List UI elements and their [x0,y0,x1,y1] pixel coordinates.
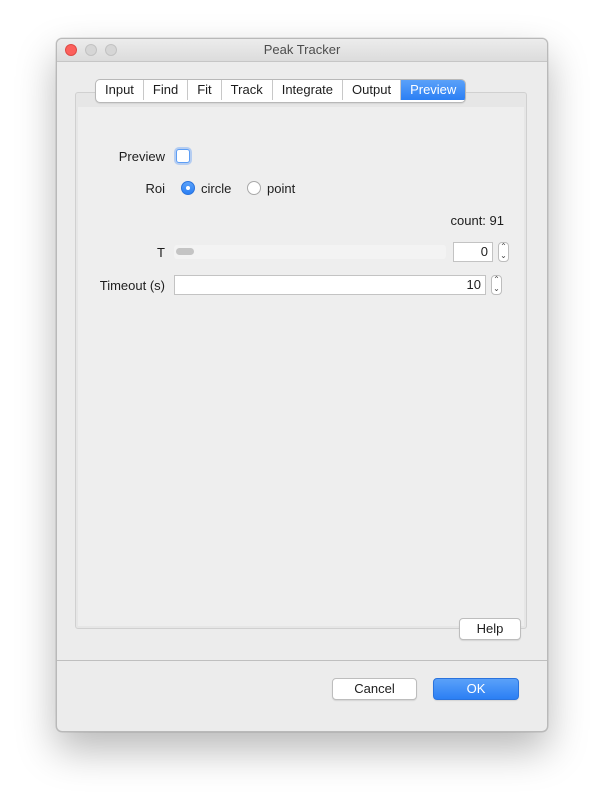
title-bar: Peak Tracker [57,39,547,62]
dialog-window: Peak Tracker Input Find Fit Track Integr… [56,38,548,732]
tab-find[interactable]: Find [144,80,189,100]
roi-label: Roi [145,181,165,196]
footer-separator [57,660,547,661]
preview-checkbox[interactable] [176,149,190,163]
help-button[interactable]: Help [459,618,521,640]
timeout-stepper[interactable]: ⌃ ⌄ [491,275,502,295]
roi-circle-radio[interactable] [181,181,195,195]
window-title: Peak Tracker [263,42,341,57]
tab-fit[interactable]: Fit [188,80,222,100]
close-window-button[interactable] [65,44,77,56]
dialog-content: Input Find Fit Track Integrate Output Pr… [57,62,547,660]
tab-bar: Input Find Fit Track Integrate Output Pr… [95,79,467,103]
t-value-field[interactable]: 0 [453,242,493,262]
tab-input[interactable]: Input [96,80,144,100]
chevron-down-icon[interactable]: ⌄ [499,252,508,261]
t-slider[interactable] [174,245,446,259]
tab-panel [75,92,527,629]
tab-integrate[interactable]: Integrate [273,80,344,100]
t-label: T [157,245,165,260]
roi-point-label[interactable]: point [267,181,295,196]
count-text: count: 91 [450,213,505,228]
chevron-down-icon[interactable]: ⌄ [492,285,501,294]
preview-label: Preview [118,149,165,164]
t-slider-thumb[interactable] [176,248,194,255]
roi-point-radio[interactable] [247,181,261,195]
roi-circle-label[interactable]: circle [201,181,231,196]
tab-output[interactable]: Output [343,80,402,100]
timeout-field[interactable]: 10 [174,275,486,295]
t-stepper[interactable]: ⌃ ⌄ [498,242,509,262]
zoom-window-button[interactable] [105,44,117,56]
ok-button[interactable]: OK [433,678,519,700]
timeout-label: Timeout (s) [99,278,165,293]
cancel-button[interactable]: Cancel [332,678,417,700]
tab-preview[interactable]: Preview [401,80,466,100]
minimize-window-button[interactable] [85,44,97,56]
tab-track[interactable]: Track [222,80,273,100]
